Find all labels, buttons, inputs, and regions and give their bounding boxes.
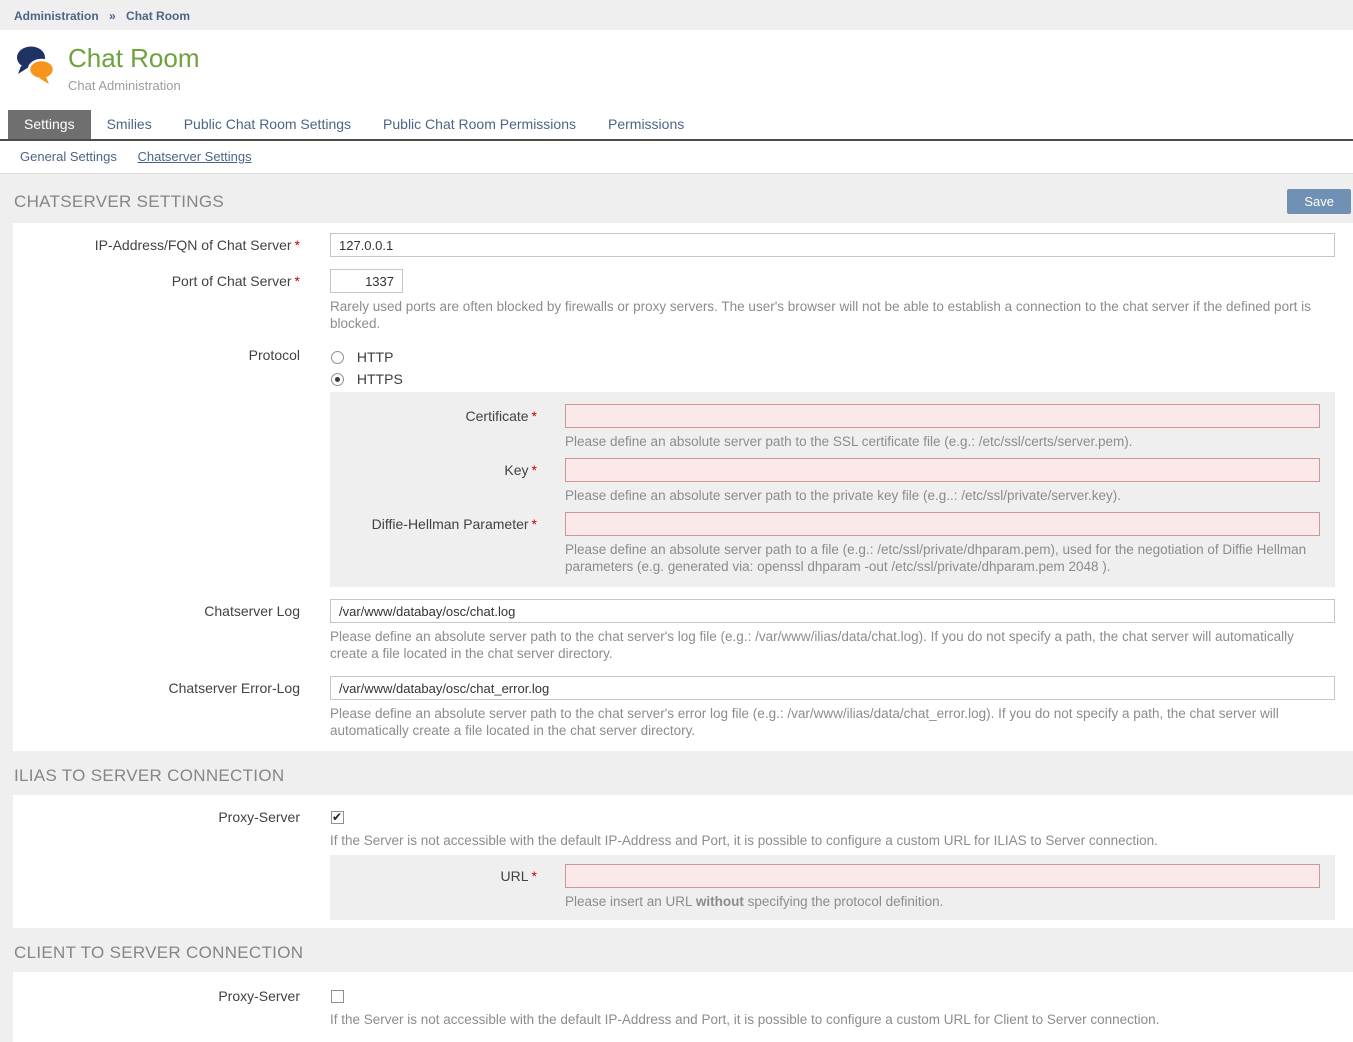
form-row-certificate: Certificate* Please define an absolute s… <box>330 404 1320 450</box>
certificate-label: Certificate <box>466 408 529 424</box>
chat-bubbles-icon <box>12 43 58 94</box>
section-ilias-connection-header: ILIAS TO SERVER CONNECTION <box>0 751 1353 795</box>
form-row-ilias-proxy: Proxy-Server If the Server is not access… <box>13 809 1353 849</box>
ip-address-input[interactable] <box>330 233 1335 257</box>
chatserver-log-input[interactable] <box>330 599 1335 623</box>
ip-address-label: IP-Address/FQN of Chat Server <box>95 237 292 253</box>
page: Administration » Chat Room Chat Room Cha… <box>0 0 1353 1042</box>
key-byline: Please define an absolute server path to… <box>565 487 1320 504</box>
title-block: Chat Room Chat Administration <box>68 43 200 93</box>
key-label: Key <box>504 462 528 478</box>
ilias-connection-form: Proxy-Server If the Server is not access… <box>13 795 1353 928</box>
form-row-protocol: Protocol HTTP HTTPS <box>13 346 1353 390</box>
chatserver-error-log-label: Chatserver Error-Log <box>169 680 301 696</box>
page-title: Chat Room <box>68 43 200 74</box>
chatserver-error-log-byline: Please define an absolute server path to… <box>330 705 1335 739</box>
required-marker: * <box>295 237 300 253</box>
port-input[interactable] <box>330 269 403 293</box>
subtab-general-settings[interactable]: General Settings <box>20 149 117 164</box>
required-marker: * <box>532 516 537 532</box>
client-proxy-checkbox[interactable] <box>331 990 344 1003</box>
diffie-hellman-byline: Please define an absolute server path to… <box>565 541 1320 575</box>
form-row-url-panel: URL* Please insert an URL without specif… <box>13 855 1353 920</box>
form-row-url: URL* Please insert an URL without specif… <box>330 864 1320 910</box>
tab-public-chat-room-settings[interactable]: Public Chat Room Settings <box>168 110 367 139</box>
breadcrumb-link-administration[interactable]: Administration <box>14 9 99 23</box>
port-byline: Rarely used ports are often blocked by f… <box>330 298 1335 332</box>
chatserver-error-log-input[interactable] <box>330 676 1335 700</box>
breadcrumb-separator: » <box>109 9 116 23</box>
client-proxy-byline: If the Server is not accessible with the… <box>330 1011 1335 1028</box>
diffie-hellman-input[interactable] <box>565 512 1320 536</box>
chatserver-settings-form: IP-Address/FQN of Chat Server* Port of C… <box>13 223 1353 751</box>
tab-public-chat-room-permissions[interactable]: Public Chat Room Permissions <box>367 110 592 139</box>
protocol-http-radio[interactable] <box>331 351 344 364</box>
page-header: Chat Room Chat Administration <box>0 30 1353 110</box>
form-row-key: Key* Please define an absolute server pa… <box>330 458 1320 504</box>
ilias-proxy-label: Proxy-Server <box>218 809 300 825</box>
tab-settings[interactable]: Settings <box>8 110 91 139</box>
subtab-chatserver-settings[interactable]: Chatserver Settings <box>137 149 251 164</box>
protocol-option-https: HTTPS <box>330 368 1335 390</box>
form-row-client-proxy: Proxy-Server If the Server is not access… <box>13 988 1353 1028</box>
diffie-hellman-label: Diffie-Hellman Parameter <box>372 516 529 532</box>
https-settings-panel: Certificate* Please define an absolute s… <box>330 392 1335 587</box>
form-row-ip-address: IP-Address/FQN of Chat Server* <box>13 233 1353 257</box>
url-byline: Please insert an URL without specifying … <box>565 893 1320 910</box>
protocol-option-http: HTTP <box>330 346 1335 368</box>
form-row-https-dependencies: Certificate* Please define an absolute s… <box>13 392 1353 587</box>
form-row-diffie-hellman: Diffie-Hellman Parameter* Please define … <box>330 512 1320 575</box>
page-subtitle: Chat Administration <box>68 78 200 93</box>
protocol-label: Protocol <box>249 347 300 363</box>
form-row-chatserver-error-log: Chatserver Error-Log Please define an ab… <box>13 676 1353 739</box>
url-label: URL <box>501 868 529 884</box>
chatserver-log-byline: Please define an absolute server path to… <box>330 628 1335 662</box>
ilias-proxy-panel: URL* Please insert an URL without specif… <box>330 855 1335 920</box>
save-button[interactable]: Save <box>1287 189 1351 214</box>
certificate-input[interactable] <box>565 404 1320 428</box>
key-input[interactable] <box>565 458 1320 482</box>
form-row-chatserver-log: Chatserver Log Please define an absolute… <box>13 599 1353 662</box>
url-input[interactable] <box>565 864 1320 888</box>
form-row-port: Port of Chat Server* Rarely used ports a… <box>13 269 1353 332</box>
section-client-connection-header: CLIENT TO SERVER CONNECTION <box>0 928 1353 972</box>
breadcrumb-link-chat-room[interactable]: Chat Room <box>126 9 190 23</box>
client-proxy-label: Proxy-Server <box>218 988 300 1004</box>
required-marker: * <box>532 868 537 884</box>
section-title-chatserver-settings: CHATSERVER SETTINGS <box>14 192 224 212</box>
protocol-https-radio[interactable] <box>331 373 344 386</box>
tab-smilies[interactable]: Smilies <box>91 110 168 139</box>
tab-permissions[interactable]: Permissions <box>592 110 700 139</box>
url-byline-bold: without <box>696 894 744 909</box>
protocol-https-label: HTTPS <box>357 371 403 387</box>
client-connection-form: Proxy-Server If the Server is not access… <box>13 972 1353 1042</box>
required-marker: * <box>532 462 537 478</box>
subtab-bar: General Settings Chatserver Settings <box>0 141 1353 174</box>
ilias-proxy-checkbox[interactable] <box>331 811 344 824</box>
port-label: Port of Chat Server <box>172 273 292 289</box>
certificate-byline: Please define an absolute server path to… <box>565 433 1320 450</box>
required-marker: * <box>295 273 300 289</box>
breadcrumb: Administration » Chat Room <box>0 0 1353 30</box>
tab-bar: Settings Smilies Public Chat Room Settin… <box>0 110 1353 141</box>
protocol-http-label: HTTP <box>357 349 394 365</box>
section-title-client-connection: CLIENT TO SERVER CONNECTION <box>14 943 303 963</box>
section-chatserver-settings-header: CHATSERVER SETTINGS Save <box>0 174 1353 223</box>
ilias-proxy-byline: If the Server is not accessible with the… <box>330 832 1335 849</box>
section-title-ilias-connection: ILIAS TO SERVER CONNECTION <box>14 766 284 786</box>
required-marker: * <box>532 408 537 424</box>
chatserver-log-label: Chatserver Log <box>204 603 300 619</box>
